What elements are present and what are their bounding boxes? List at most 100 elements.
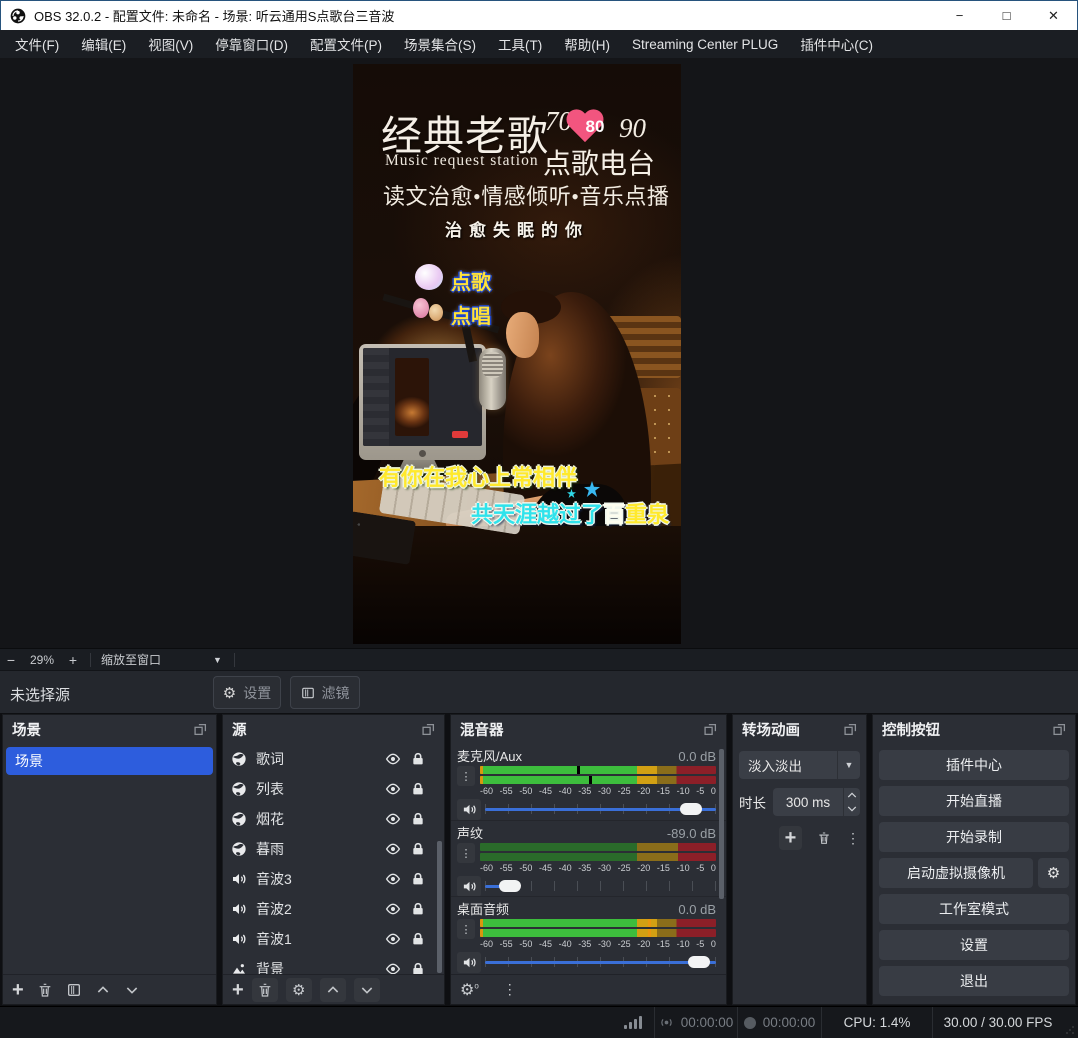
duration-input[interactable]: 300 ms <box>773 788 843 816</box>
popout-icon[interactable] <box>1053 723 1066 736</box>
mixer-menu-kebab-icon[interactable]: ⋮ <box>503 981 517 998</box>
source-row[interactable]: 背景 <box>223 954 444 974</box>
sources-toolbar: + ⚙ <box>223 974 444 1004</box>
add-source-button[interactable]: + <box>232 980 244 1000</box>
source-properties-button[interactable]: ⚙ <box>286 978 312 1002</box>
popout-icon[interactable] <box>844 723 857 736</box>
scenes-dock: 场景 场景 + <box>2 714 217 1005</box>
controls-dock: 控制按钮 插件中心 开始直播 开始录制 启动虚拟摄像机 ⚙ 工作室模式 设置 退… <box>872 714 1076 1005</box>
lock-icon[interactable] <box>410 901 426 917</box>
remove-source-button[interactable] <box>252 978 278 1002</box>
menu-view[interactable]: 视图(V) <box>137 29 204 59</box>
meter-scale: -60-55-50-45-40-35-30-25-20-15-10-50 <box>480 786 716 797</box>
visibility-eye-icon[interactable] <box>385 961 401 974</box>
source-row[interactable]: 烟花 <box>223 804 444 834</box>
zoom-out-button[interactable]: − <box>0 652 22 668</box>
mute-speaker-icon[interactable] <box>457 952 481 973</box>
source-row[interactable]: 暮雨 <box>223 834 444 864</box>
popout-icon[interactable] <box>422 723 435 736</box>
lock-icon[interactable] <box>410 811 426 827</box>
lock-icon[interactable] <box>410 751 426 767</box>
minimize-button[interactable]: − <box>936 1 983 30</box>
zoom-fit-label[interactable]: 缩放至窗口 <box>97 651 165 668</box>
volume-slider[interactable] <box>485 878 716 894</box>
channel-menu-button[interactable]: ⋮ <box>457 843 475 863</box>
menu-file[interactable]: 文件(F) <box>4 29 70 59</box>
volume-slider[interactable] <box>485 954 716 970</box>
source-row[interactable]: 歌词 <box>223 744 444 774</box>
maximize-button[interactable]: □ <box>983 1 1030 30</box>
popout-icon[interactable] <box>704 723 717 736</box>
channel-name: 桌面音频 <box>457 902 509 917</box>
resize-grip[interactable] <box>1065 1025 1075 1035</box>
source-up-button[interactable] <box>320 978 346 1002</box>
source-filters-button[interactable]: 滤镜 <box>290 676 360 709</box>
menu-docks[interactable]: 停靠窗口(D) <box>204 29 299 59</box>
scenes-dock-header: 场景 <box>3 715 216 744</box>
remove-transition-button[interactable] <box>817 830 831 846</box>
mute-speaker-icon[interactable] <box>457 799 481 820</box>
channel-menu-button[interactable]: ⋮ <box>457 919 475 939</box>
mute-speaker-icon[interactable] <box>457 876 481 897</box>
menu-scene-collection[interactable]: 场景集合(S) <box>393 29 487 59</box>
lock-icon[interactable] <box>410 871 426 887</box>
record-icon <box>744 1017 756 1029</box>
lock-icon[interactable] <box>410 961 426 974</box>
volume-slider[interactable] <box>485 801 716 817</box>
duration-spinner[interactable] <box>843 788 860 816</box>
channel-menu-button[interactable]: ⋮ <box>457 766 475 786</box>
scene-down-button[interactable] <box>124 982 140 998</box>
source-row[interactable]: 音波1 <box>223 924 444 954</box>
visibility-eye-icon[interactable] <box>385 781 401 797</box>
menu-streaming-center[interactable]: Streaming Center PLUG <box>621 32 789 57</box>
source-row[interactable]: 音波2 <box>223 894 444 924</box>
mixer-scrollbar[interactable] <box>719 749 724 899</box>
start-virtual-camera-button[interactable]: 启动虚拟摄像机 <box>879 858 1033 888</box>
lock-icon[interactable] <box>410 781 426 797</box>
menu-profile[interactable]: 配置文件(P) <box>299 29 393 59</box>
transition-menu-kebab-icon[interactable]: ⋮ <box>846 830 860 847</box>
menu-edit[interactable]: 编辑(E) <box>70 29 137 59</box>
spin-up-icon[interactable] <box>844 788 860 802</box>
zoom-in-button[interactable]: + <box>62 652 84 668</box>
menu-plugin-center[interactable]: 插件中心(C) <box>789 29 884 59</box>
source-row[interactable]: 音波3 <box>223 864 444 894</box>
exit-button[interactable]: 退出 <box>879 966 1069 996</box>
sources-scrollbar[interactable] <box>437 841 442 973</box>
source-row[interactable]: 列表 <box>223 774 444 804</box>
visibility-eye-icon[interactable] <box>385 751 401 767</box>
menu-help[interactable]: 帮助(H) <box>553 29 621 59</box>
remove-scene-button[interactable] <box>37 982 53 998</box>
visibility-eye-icon[interactable] <box>385 841 401 857</box>
plugin-center-button[interactable]: 插件中心 <box>879 750 1069 780</box>
scene-up-button[interactable] <box>95 982 111 998</box>
lock-icon[interactable] <box>410 841 426 857</box>
start-recording-button[interactable]: 开始录制 <box>879 822 1069 852</box>
source-properties-button[interactable]: ⚙ 设置 <box>213 676 281 709</box>
start-streaming-button[interactable]: 开始直播 <box>879 786 1069 816</box>
studio-mode-button[interactable]: 工作室模式 <box>879 894 1069 924</box>
lock-icon[interactable] <box>410 931 426 947</box>
cpu-usage: CPU: 1.4% <box>822 1007 932 1038</box>
sources-dock: 源 歌词 列表 烟花 暮雨 <box>222 714 445 1005</box>
add-scene-button[interactable]: + <box>12 980 24 1000</box>
visibility-eye-icon[interactable] <box>385 931 401 947</box>
visibility-eye-icon[interactable] <box>385 811 401 827</box>
zoom-fit-caret-icon[interactable]: ▼ <box>213 655 222 665</box>
source-down-button[interactable] <box>354 978 380 1002</box>
preview-canvas[interactable]: 经典老歌 70 80 90 Music request station 点歌电台… <box>0 58 1078 648</box>
add-transition-button[interactable]: + <box>779 826 802 850</box>
visibility-eye-icon[interactable] <box>385 901 401 917</box>
scene-item-selected[interactable]: 场景 <box>6 747 213 775</box>
settings-button[interactable]: 设置 <box>879 930 1069 960</box>
close-button[interactable]: ✕ <box>1030 1 1077 30</box>
virtual-camera-settings-button[interactable]: ⚙ <box>1038 858 1069 888</box>
spin-down-icon[interactable] <box>844 802 860 816</box>
popout-icon[interactable] <box>194 723 207 736</box>
menu-tools[interactable]: 工具(T) <box>487 29 553 59</box>
visibility-eye-icon[interactable] <box>385 871 401 887</box>
mixer-toolbar: ⚙o ⋮ <box>451 974 726 1004</box>
advanced-audio-gear-icon[interactable]: ⚙o <box>460 980 479 1000</box>
transition-select[interactable]: 淡入淡出 ▼ <box>739 751 860 779</box>
scene-filters-button[interactable] <box>66 982 82 998</box>
